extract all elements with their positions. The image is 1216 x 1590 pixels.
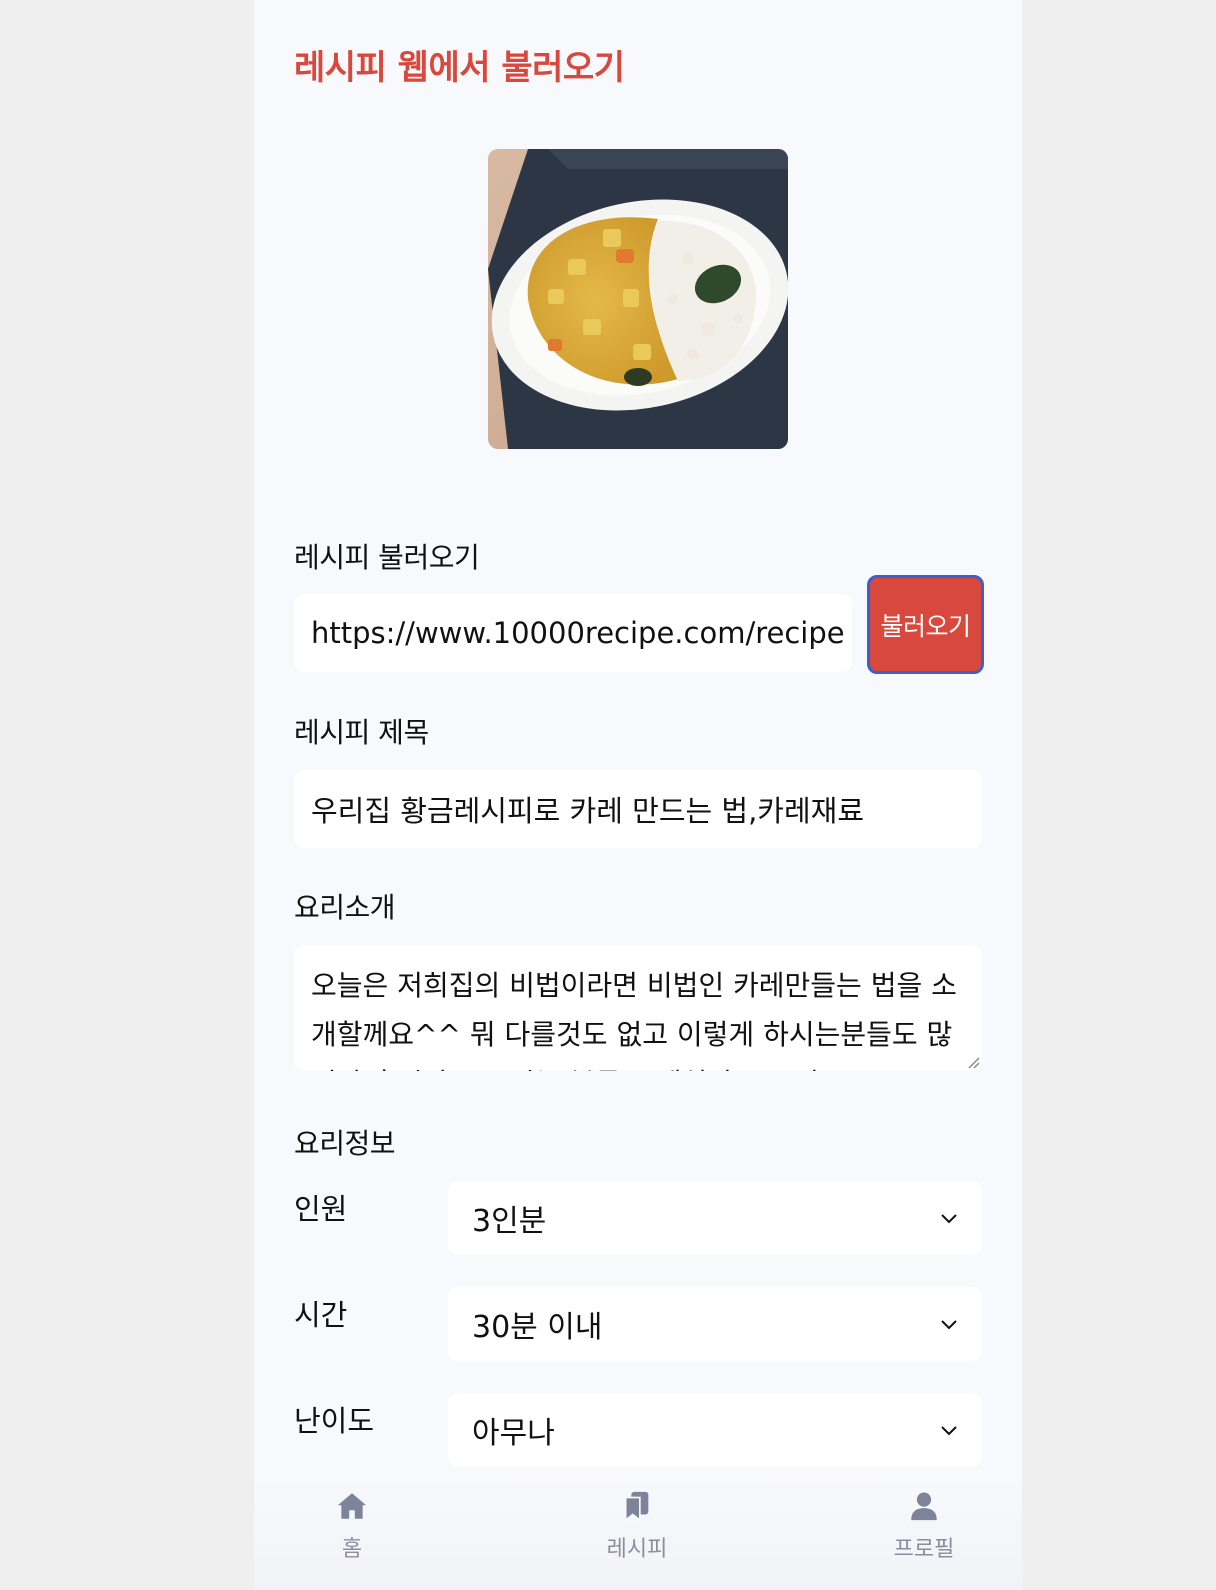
- recipe-url-value: https://www.10000recipe.com/recipe: [311, 616, 845, 650]
- chevron-down-icon: [941, 1214, 957, 1224]
- intro-label: 요리소개: [294, 891, 396, 924]
- time-label: 시간: [294, 1298, 348, 1332]
- recipe-title-label: 레시피 제목: [294, 716, 429, 749]
- time-select[interactable]: 30분 이내: [448, 1287, 982, 1361]
- difficulty-value: 아무나: [472, 1416, 555, 1451]
- chevron-down-icon: [941, 1320, 957, 1330]
- time-value: 30분 이내: [472, 1310, 603, 1345]
- tab-home[interactable]: 홈: [292, 1489, 412, 1563]
- intro-textarea[interactable]: 오늘은 저희집의 비법이라면 비법인 카레만들는 법을 소개할께요^^ 뭐 다를…: [294, 945, 982, 1071]
- servings-label: 인원: [294, 1192, 348, 1226]
- fetch-recipe-button[interactable]: 불러오기: [867, 575, 984, 674]
- recipe-thumbnail[interactable]: [488, 149, 788, 449]
- bookmark-icon: [624, 1491, 649, 1522]
- tab-recipes-label: 레시피: [606, 1537, 668, 1562]
- app-screen: 레시피 웹에서 불러오기 레시피 불러오기 https://www.10000r…: [254, 0, 1022, 1590]
- tab-profile[interactable]: 프로필: [864, 1489, 984, 1563]
- bottom-tab-bar: 홈 레시피 프로필: [254, 1475, 1022, 1590]
- intro-value: 오늘은 저희집의 비법이라면 비법인 카레만들는 법을 소개할께요^^ 뭐 다를…: [311, 969, 957, 1071]
- servings-select[interactable]: 3인분: [448, 1181, 982, 1255]
- home-icon: [337, 1493, 367, 1519]
- recipe-url-input[interactable]: https://www.10000recipe.com/recipe: [294, 594, 852, 672]
- recipe-title-value: 우리집 황금레시피로 카레 만드는 법,카레재료: [311, 794, 865, 828]
- import-label: 레시피 불러오기: [294, 541, 480, 574]
- resize-grip-icon[interactable]: [966, 1055, 980, 1069]
- page-title: 레시피 웹에서 불러오기: [294, 48, 625, 88]
- tab-recipes[interactable]: 레시피: [577, 1489, 697, 1563]
- difficulty-label: 난이도: [294, 1404, 375, 1438]
- chevron-down-icon: [941, 1426, 957, 1436]
- difficulty-select[interactable]: 아무나: [448, 1393, 982, 1467]
- cooking-info-label: 요리정보: [294, 1127, 396, 1160]
- servings-value: 3인분: [472, 1204, 547, 1239]
- user-icon: [911, 1492, 937, 1521]
- recipe-title-input[interactable]: 우리집 황금레시피로 카레 만드는 법,카레재료: [294, 770, 982, 848]
- curry-rice-image: [488, 149, 788, 449]
- tab-profile-label: 프로필: [893, 1537, 955, 1562]
- tab-home-label: 홈: [341, 1537, 363, 1562]
